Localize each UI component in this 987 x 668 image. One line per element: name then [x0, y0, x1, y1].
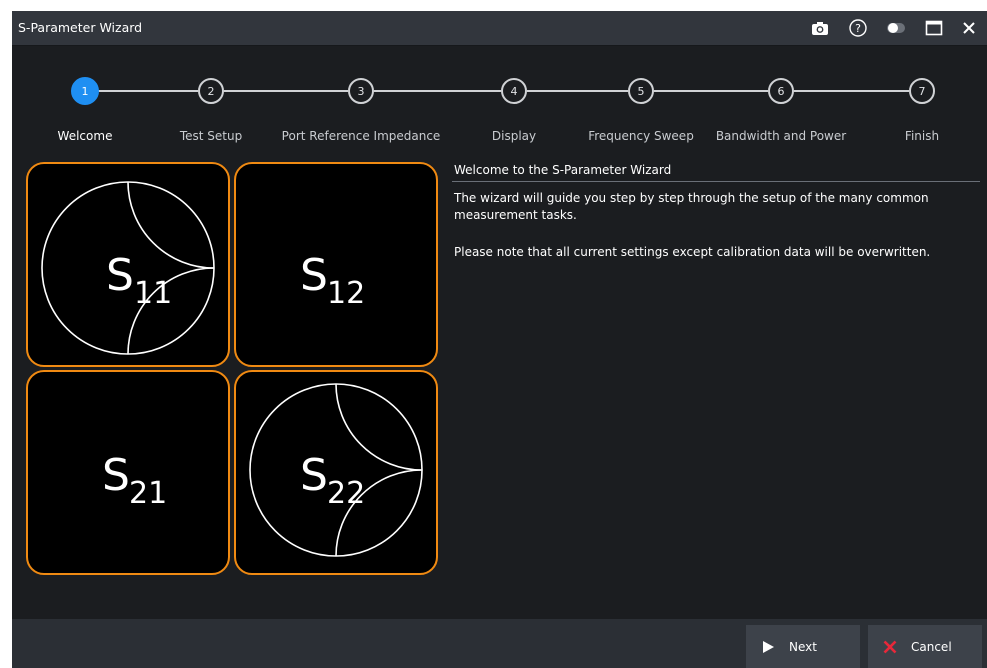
step-4-circle[interactable]: 4	[501, 78, 527, 104]
wizard-window: S-Parameter Wizard ? 1 2 3 4 5 6 7 Welco…	[12, 11, 987, 668]
step-6-label[interactable]: Bandwidth and Power	[716, 129, 846, 143]
camera-icon[interactable]	[809, 17, 831, 39]
step-5-circle[interactable]: 5	[628, 78, 654, 104]
info-title: Welcome to the S-Parameter Wizard	[454, 163, 672, 177]
smith-chart-icon	[249, 383, 423, 557]
s-param-letter: S	[300, 250, 328, 301]
step-6-circle[interactable]: 6	[768, 78, 794, 104]
step-1-circle[interactable]: 1	[71, 77, 99, 105]
step-2-circle[interactable]: 2	[198, 78, 224, 104]
cancel-button-label: Cancel	[911, 639, 952, 654]
tile-s11[interactable]: S 11	[26, 162, 230, 367]
maximize-icon[interactable]	[923, 17, 945, 39]
s-param-subscript: 11	[134, 276, 173, 311]
step-3-label[interactable]: Port Reference Impedance	[282, 129, 441, 143]
step-connector	[98, 90, 198, 92]
step-7-circle[interactable]: 7	[909, 78, 935, 104]
help-icon[interactable]: ?	[847, 17, 869, 39]
window-title: S-Parameter Wizard	[18, 20, 143, 35]
footer-bar: Next Cancel	[12, 619, 987, 668]
step-connector	[374, 90, 501, 92]
s-param-subscript: 22	[327, 476, 366, 511]
svg-text:?: ?	[855, 22, 861, 35]
cancel-button[interactable]: Cancel	[868, 625, 982, 668]
tile-s22[interactable]: S 22	[234, 370, 438, 575]
step-connector	[794, 90, 909, 92]
step-connector	[527, 90, 628, 92]
play-icon	[763, 640, 774, 653]
step-3-circle[interactable]: 3	[348, 78, 374, 104]
title-bar: S-Parameter Wizard ?	[12, 11, 987, 46]
info-paragraph-1: The wizard will guide you step by step t…	[454, 191, 929, 222]
step-connector	[224, 90, 348, 92]
step-4-label[interactable]: Display	[492, 129, 536, 143]
step-1-label[interactable]: Welcome	[58, 129, 113, 143]
step-7-label[interactable]: Finish	[905, 129, 939, 143]
next-button[interactable]: Next	[746, 625, 860, 668]
info-paragraph-2: Please note that all current settings ex…	[454, 245, 931, 259]
info-divider	[452, 181, 980, 182]
step-5-label[interactable]: Frequency Sweep	[588, 129, 694, 143]
s-param-subscript: 21	[129, 476, 168, 511]
s-param-subscript: 12	[327, 276, 366, 311]
s-param-letter: S	[300, 450, 328, 501]
close-icon[interactable]	[958, 17, 980, 39]
s-param-letter: S	[102, 450, 130, 501]
next-button-label: Next	[789, 639, 817, 654]
tile-s12[interactable]: S 12	[234, 162, 438, 367]
toggle-icon[interactable]	[885, 17, 907, 39]
step-2-label[interactable]: Test Setup	[180, 129, 242, 143]
s-param-letter: S	[106, 250, 134, 301]
cancel-x-icon	[883, 640, 897, 653]
step-connector	[654, 90, 768, 92]
tile-s21[interactable]: S 21	[26, 370, 230, 575]
